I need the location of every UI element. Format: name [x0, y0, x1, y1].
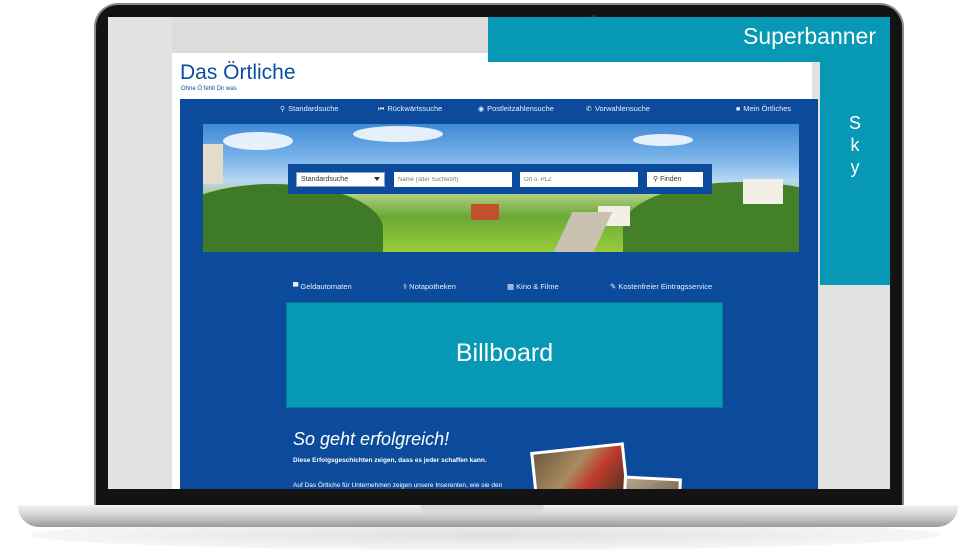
main-blue-area: ⚲ Standardsuche ⏮ Rückwärtssuche ◉ Postleit… [180, 99, 818, 489]
cloud [223, 132, 293, 150]
promo-photo [530, 442, 630, 489]
superbanner-ad[interactable]: Superbanner [488, 17, 890, 62]
laptop-screen: Das Örtliche Ohne Ö fehlt Dir was ⚲ Stand… [108, 17, 890, 489]
film-icon: ▦ [507, 282, 517, 291]
photo-image [533, 445, 627, 489]
sky-letter: y [850, 157, 860, 177]
nav-standardsuche[interactable]: ⚲ Standardsuche [280, 104, 339, 113]
superbanner-label: Superbanner [743, 23, 876, 49]
quicklink-geldautomaten[interactable]: ▀ Geldautomaten [293, 282, 352, 291]
cloud [353, 126, 443, 142]
quicklink-label: Notapotheken [409, 282, 456, 291]
hero-landscape: Standardsuche ⚲ Finden [203, 124, 799, 252]
quicklink-kino[interactable]: ▦ Kino & Filme [507, 282, 559, 291]
nav-label: Vorwahlensuche [594, 104, 650, 113]
house-left [203, 144, 223, 184]
name-input[interactable] [394, 172, 512, 187]
quicklink-label: Kino & Filme [516, 282, 559, 291]
photo-image [625, 478, 679, 489]
search-icon: ⚲ [280, 106, 286, 113]
site-slogan: Ohne Ö fehlt Dir was [181, 86, 237, 92]
search-bar: Standardsuche ⚲ Finden [288, 164, 712, 194]
skyscraper-ad[interactable]: S k y [820, 62, 890, 285]
nav-vorwahlensuche[interactable]: ✆ Vorwahlensuche [586, 104, 650, 113]
sky-label: S k y [820, 112, 890, 178]
promo-title: So geht erfolgreich! [293, 429, 450, 449]
quicklink-label: Kostenfreier Eintragsservice [618, 282, 713, 291]
sky-letter: k [850, 135, 860, 155]
billboard-ad[interactable]: Billboard [286, 302, 723, 408]
back-icon: ⏮ [378, 106, 385, 113]
nav-label: Rückwärtssuche [387, 104, 443, 113]
promo-body: Auf Das Örtliche für Unternehmen zeigen … [293, 482, 503, 489]
search-type-select[interactable]: Standardsuche [296, 172, 385, 187]
billboard-label: Billboard [455, 339, 554, 367]
quicklink-notapotheken[interactable]: ⚕ Notapotheken [403, 282, 456, 291]
nav-label: Mein Örtliches [743, 104, 792, 113]
house-right [743, 179, 783, 204]
nav-rueckwaertssuche[interactable]: ⏮ Rückwärtssuche [378, 104, 442, 114]
cloud [633, 134, 693, 146]
search-type-value: Standardsuche [301, 176, 349, 183]
promo-subtitle: Diese Erfolgsgeschichten zeigen, dass es… [293, 457, 487, 464]
house-red [471, 204, 499, 220]
nav-label: Postleitzahlensuche [487, 104, 554, 113]
website-page: Das Örtliche Ohne Ö fehlt Dir was ⚲ Stand… [172, 17, 818, 489]
eye-icon: ◉ [478, 106, 485, 113]
road [553, 212, 613, 252]
site-logo[interactable]: Das Örtliche [180, 61, 296, 85]
nav-mein-oertliches[interactable]: ■ Mein Örtliches [736, 104, 791, 113]
quicklink-eintragsservice[interactable]: ✎ Kostenfreier Eintragsservice [610, 282, 712, 291]
hill [203, 184, 383, 252]
location-input[interactable] [520, 172, 638, 187]
promo-photo [622, 475, 682, 489]
nav-label: Standardsuche [288, 104, 339, 113]
chevron-down-icon [374, 177, 380, 181]
nav-postleitzahlensuche[interactable]: ◉ Postleitzahlensuche [478, 104, 554, 113]
find-button[interactable]: ⚲ Finden [647, 172, 703, 187]
find-button-label: Finden [660, 176, 682, 183]
sky-letter: S [848, 113, 861, 133]
lock-icon: ■ [736, 106, 741, 113]
phone-icon: ✆ [586, 106, 592, 113]
laptop-base-notch [420, 505, 544, 513]
quicklink-label: Geldautomaten [300, 282, 352, 291]
